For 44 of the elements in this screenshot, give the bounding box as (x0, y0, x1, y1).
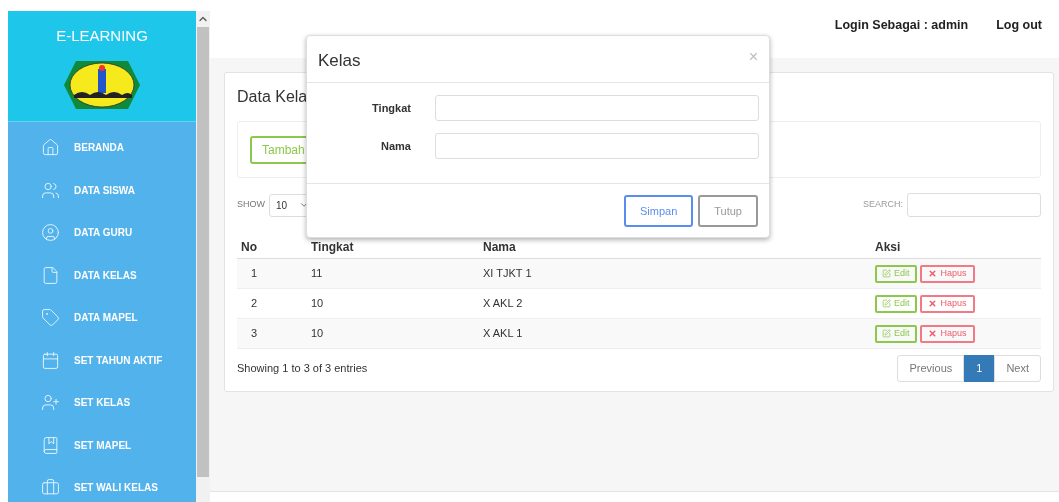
sidebar-item[interactable]: SET WALI KELAS (8, 466, 196, 502)
page-button[interactable]: 1 (964, 355, 995, 382)
table-cell-text: 3 (250, 326, 259, 342)
column-header: Aksi (874, 238, 901, 256)
table-cell-text: 10 (310, 296, 325, 312)
table-cell-text: X AKL 1 (482, 326, 524, 342)
table-cell-text: 10 (310, 326, 325, 342)
delete-button[interactable]: Hapus (919, 294, 975, 313)
app-title: E-LEARNING (56, 26, 148, 46)
save-button[interactable]: Simpan (623, 195, 694, 227)
show-label: SHOW (237, 198, 265, 212)
edit-button[interactable]: Edit (875, 294, 917, 313)
delete-button[interactable]: Hapus (919, 324, 975, 343)
page-button[interactable]: Previous (897, 355, 965, 382)
table-cell-text: X AKL 2 (482, 296, 524, 312)
login-status: Login Sebagai : admin (834, 16, 969, 34)
column-header: No (240, 238, 258, 256)
sidebar-item[interactable]: DATA MAPEL (8, 296, 196, 339)
sidebar-item[interactable]: DATA SISWA (8, 169, 196, 212)
sidebar-item[interactable]: BERANDA (8, 126, 196, 169)
edit-button[interactable]: Edit (875, 324, 917, 343)
close-dialog-button[interactable]: Tutup (698, 195, 758, 227)
table-cell-text: 1 (250, 266, 259, 282)
sidebar-item[interactable]: DATA KELAS (8, 254, 196, 297)
column-header: Nama (482, 238, 517, 256)
table-cell-text: XI TJKT 1 (482, 266, 533, 282)
search-label: SEARCH: (863, 198, 903, 212)
modal-title: Kelas (318, 50, 361, 72)
card-title: Data Kela (237, 87, 308, 107)
entries-info: Showing 1 to 3 of 3 entries (237, 361, 368, 377)
page-button[interactable]: Next (994, 355, 1041, 382)
table-cell-text: 2 (250, 296, 259, 312)
sidebar-item[interactable]: SET KELAS (8, 381, 196, 424)
close-button[interactable]: × (748, 49, 758, 65)
delete-button[interactable]: Hapus (919, 264, 975, 283)
logout-link[interactable]: Log out (996, 15, 1042, 35)
field-label: Nama (380, 138, 411, 154)
edit-button[interactable]: Edit (875, 264, 917, 283)
sidebar-item[interactable]: SET TAHUN AKTIF (8, 339, 196, 382)
table-cell-text: 11 (310, 266, 324, 282)
column-header: Tingkat (310, 238, 355, 256)
sidebar-item[interactable]: DATA GURU (8, 211, 196, 254)
field-label: Tingkat (371, 100, 411, 116)
sidebar-item[interactable]: SET MAPEL (8, 424, 196, 467)
